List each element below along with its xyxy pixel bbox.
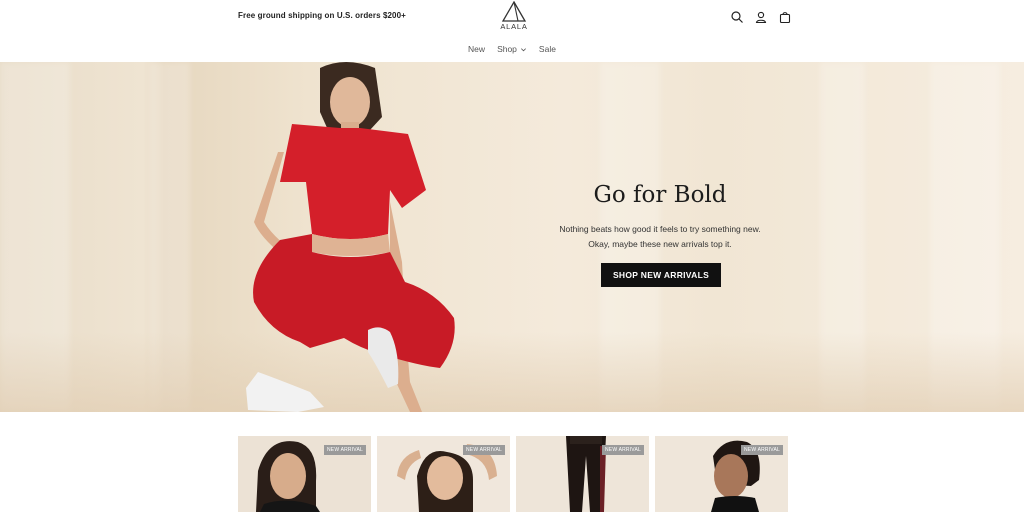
cart-icon[interactable] (778, 10, 792, 24)
nav-sale-label: Sale (538, 44, 556, 54)
hero-model-image (246, 62, 455, 412)
product-card[interactable]: NEW ARRIVAL (516, 436, 649, 512)
product-grid: NEW ARRIVAL NEW ARRIVAL NEW ARRIVAL NEW … (238, 436, 788, 512)
shipping-promo: Free ground shipping on U.S. orders $200… (238, 11, 406, 20)
nav-shop-label: Shop (497, 44, 517, 54)
search-icon[interactable] (730, 10, 744, 24)
account-icon[interactable] (754, 10, 768, 24)
nav-new-label: New (468, 44, 486, 54)
new-arrival-badge: NEW ARRIVAL (462, 445, 505, 455)
chevron-down-icon (520, 47, 526, 51)
hero-subtitle: Nothing beats how good it feels to try s… (559, 224, 761, 249)
logo-triangle-icon (501, 0, 527, 22)
header-icons (730, 10, 792, 24)
brand-logo[interactable]: ALALA (496, 0, 532, 33)
hero-banner: Go for Bold Nothing beats how good it fe… (0, 62, 1024, 412)
product-card[interactable]: NEW ARRIVAL (238, 436, 371, 512)
nav-new[interactable]: New (468, 44, 485, 54)
product-card[interactable]: NEW ARRIVAL (377, 436, 510, 512)
new-arrival-badge: NEW ARRIVAL (601, 445, 644, 455)
site-header: Free ground shipping on U.S. orders $200… (0, 0, 1024, 61)
hero-title: Go for Bold (593, 182, 727, 208)
nav-shop[interactable]: Shop (497, 44, 527, 54)
main-nav: New Shop Sale (0, 44, 1024, 54)
new-arrival-badge: NEW ARRIVAL (323, 445, 366, 455)
nav-sale[interactable]: Sale (539, 44, 556, 54)
product-card[interactable]: NEW ARRIVAL (655, 436, 788, 512)
logo-text: ALALA (500, 22, 528, 31)
new-arrival-badge: NEW ARRIVAL (740, 445, 783, 455)
shop-new-arrivals-button[interactable]: SHOP NEW ARRIVALS (601, 263, 721, 287)
